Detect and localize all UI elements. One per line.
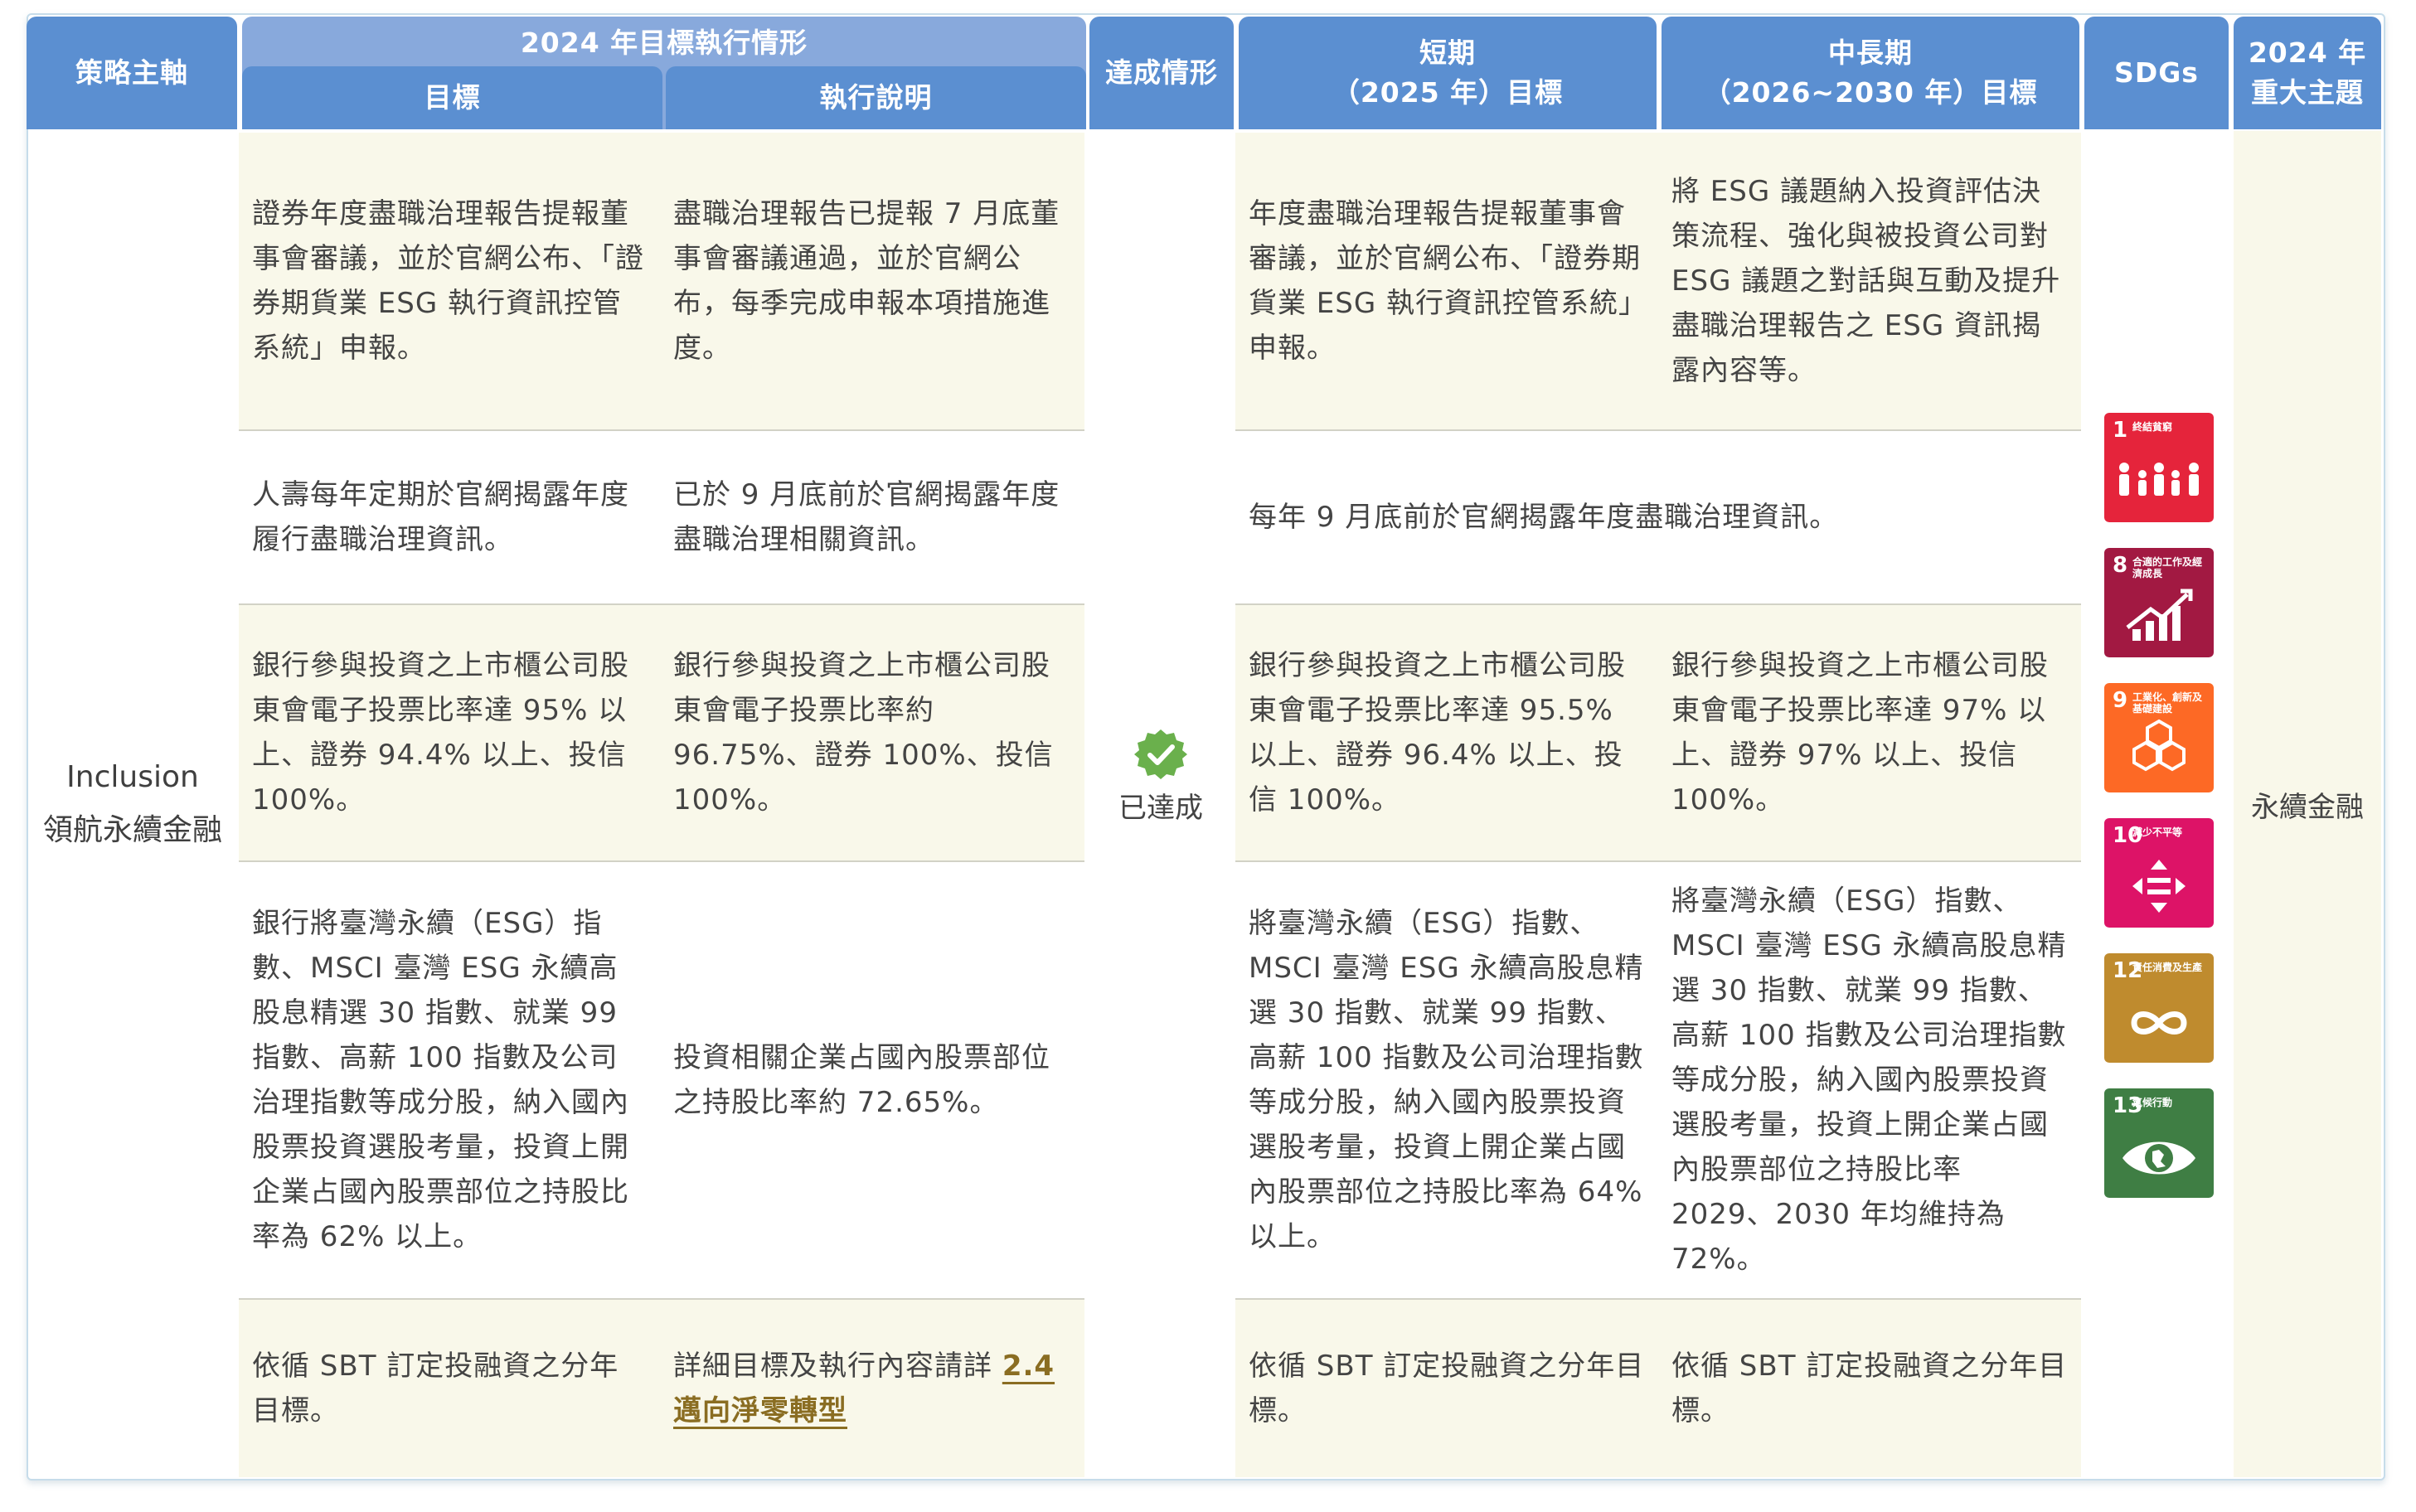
- header-theme-label: 2024 年 重大主題: [2248, 36, 2367, 109]
- header-execution-label: 執行說明: [819, 81, 933, 114]
- header-target: 目標: [242, 66, 662, 129]
- eye-earth-icon: [2122, 1141, 2195, 1175]
- header-short-term: 短期 （2025 年）目標: [1239, 17, 1657, 129]
- axis-label-en: Inclusion: [66, 760, 199, 794]
- row1-short-term: 年度盡職治理報告提報董事會審議，並於官網公布、「證券期貨業 ESG 執行資訊控管…: [1235, 133, 1658, 429]
- achievement-cell: 已達成: [1086, 728, 1235, 836]
- axis-label-zh: 領航永續金融: [42, 813, 222, 847]
- equality-icon: [2132, 860, 2186, 913]
- sdg-9-icon: 9 工業化、創新及基礎建設: [2104, 683, 2214, 792]
- header-theme: 2024 年 重大主題: [2234, 17, 2381, 129]
- sdg-icons: 1 終結貧窮 8 合適的工作及經濟成長 9 工業化、創新及基礎建設 10 減少不…: [2104, 413, 2214, 1200]
- row4-long-term: 將臺灣永續（ESG）指數、MSCI 臺灣 ESG 永續高股息精選 30 指數、就…: [1658, 862, 2081, 1298]
- row4-target: 銀行將臺灣永續（ESG）指數、MSCI 臺灣 ESG 永續高股息精選 30 指數…: [239, 862, 660, 1298]
- header-sdgs: SDGs: [2084, 17, 2229, 129]
- check-badge-icon: [1134, 729, 1187, 779]
- header-sdgs-label: SDGs: [2114, 56, 2199, 89]
- row3-long-term: 銀行參與投資之上市櫃公司股東會電子投票比率達 97% 以上、證券 97% 以上、…: [1658, 605, 2081, 860]
- header-short-term-label: 短期 （2025 年）目標: [1332, 36, 1564, 109]
- header-achievement: 達成情形: [1089, 17, 1234, 129]
- row1-target: 證券年度盡職治理報告提報董事會審議，並於官網公布、「證券期貨業 ESG 執行資訊…: [239, 133, 660, 429]
- sdg-8-icon: 8 合適的工作及經濟成長: [2104, 548, 2214, 657]
- row2-execution: 已於 9 月底前於官網揭露年度盡職治理相關資訊。: [660, 431, 1084, 603]
- header-achievement-label: 達成情形: [1105, 56, 1218, 89]
- row3-execution: 銀行參與投資之上市櫃公司股東會電子投票比率約 96.75%、證券 100%、投信…: [660, 605, 1084, 860]
- row5-target: 依循 SBT 訂定投融資之分年目標。: [239, 1300, 660, 1477]
- row4-short-term: 將臺灣永續（ESG）指數、MSCI 臺灣 ESG 永續高股息精選 30 指數、就…: [1235, 862, 1658, 1298]
- row3-short-term: 銀行參與投資之上市櫃公司股東會電子投票比率達 95.5% 以上、證券 96.4%…: [1235, 605, 1658, 860]
- sdg-12-icon: 12 責任消費及生產: [2104, 953, 2214, 1063]
- infinity-icon: [2131, 1011, 2187, 1035]
- achievement-label: 已達成: [1118, 792, 1203, 825]
- cubes-icon: [2132, 719, 2186, 772]
- row1-long-term: 將 ESG 議題納入投資評估決策流程、強化與被投資公司對 ESG 議題之對話與互…: [1658, 133, 2081, 429]
- people-icon: [2119, 463, 2199, 496]
- row2-target: 人壽每年定期於官網揭露年度履行盡職治理資訊。: [239, 431, 660, 603]
- row5-long-term: 依循 SBT 訂定投融資之分年目標。: [1658, 1300, 2081, 1477]
- row3-target: 銀行參與投資之上市櫃公司股東會電子投票比率達 95% 以上、證券 94.4% 以…: [239, 605, 660, 860]
- sdg-13-icon: 13 氣候行動: [2104, 1088, 2214, 1198]
- row2-merged-goal: 每年 9 月底前於官網揭露年度盡職治理資訊。: [1235, 431, 2081, 603]
- header-axis-label: 策略主軸: [75, 56, 188, 89]
- header-target-label: 目標: [424, 81, 481, 114]
- header-execution: 執行說明: [666, 66, 1086, 129]
- header-long-term-label: 中長期 （2026~2030 年）目標: [1703, 36, 2038, 109]
- row1-execution: 盡職治理報告已提報 7 月底董事會審議通過，並於官網公布，每季完成申報本項措施進…: [660, 133, 1084, 429]
- row5-short-term: 依循 SBT 訂定投融資之分年目標。: [1235, 1300, 1658, 1477]
- row4-execution: 投資相關企業占國內股票部位之持股比率約 72.65%。: [660, 862, 1084, 1298]
- header-2024-group-label: 2024 年目標執行情形: [520, 27, 808, 59]
- sdg-10-icon: 10 減少不平等: [2104, 818, 2214, 928]
- growth-chart-icon: [2126, 589, 2193, 641]
- theme-cell: 永續金融: [2234, 131, 2381, 1477]
- row5-execution: 詳細目標及執行內容請詳 2.4 邁向淨零轉型: [660, 1300, 1084, 1477]
- header-axis: 策略主軸: [27, 17, 237, 129]
- sdg-1-icon: 1 終結貧窮: [2104, 413, 2214, 522]
- row5-execution-text: 詳細目標及執行內容請詳: [673, 1350, 1002, 1383]
- theme-label: 永續金融: [2251, 790, 2364, 824]
- header-long-term: 中長期 （2026~2030 年）目標: [1662, 17, 2079, 129]
- axis-cell: Inclusion 領航永續金融: [28, 131, 237, 1477]
